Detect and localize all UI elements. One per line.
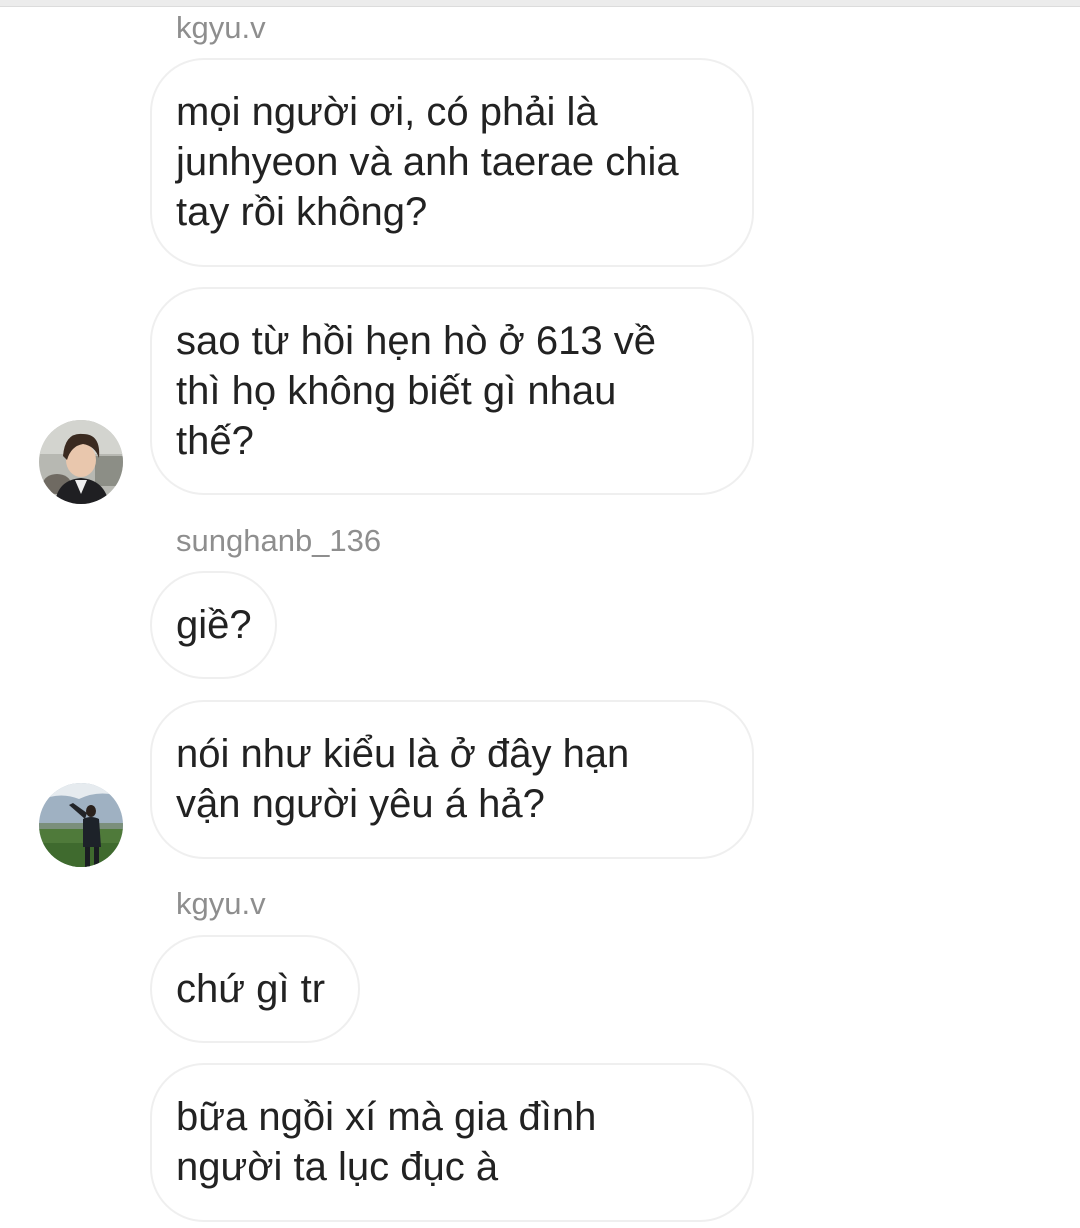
profile-photo-icon[interactable] — [39, 420, 123, 504]
message-bubble[interactable]: nói như kiểu là ở đây hạn vận người yêu … — [150, 700, 754, 859]
sender-name: kgyu.v — [176, 10, 266, 45]
message-line: vận người yêu á hả? — [176, 782, 545, 826]
message-line: mọi người ơi, có phải là — [176, 90, 598, 134]
avatar-photo — [39, 783, 123, 867]
avatar-photo — [39, 420, 123, 504]
message-bubble[interactable]: giề? — [150, 571, 277, 679]
message-bubble[interactable]: chứ gì tr — [150, 935, 360, 1043]
profile-photo-icon[interactable] — [39, 783, 123, 867]
sender-name: sunghanb_136 — [176, 523, 382, 558]
message-line: thì họ không biết gì nhau — [176, 369, 617, 413]
message-line: sao từ hồi hẹn hò ở 613 về — [176, 319, 656, 363]
message-line: junhyeon và anh taerae chia — [176, 140, 679, 184]
sender-name: kgyu.v — [176, 886, 266, 921]
message-line: bữa ngồi xí mà gia đình — [176, 1095, 597, 1139]
message-line: giề? — [176, 603, 252, 647]
message-bubble[interactable]: bữa ngồi xí mà gia đình người ta lục đục… — [150, 1063, 754, 1222]
message-line: người ta lục đục à — [176, 1145, 499, 1189]
message-bubble[interactable]: sao từ hồi hẹn hò ở 613 về thì họ không … — [150, 287, 754, 495]
message-thread[interactable]: kgyu.v mọi người ơi, có phải là junhyeon… — [0, 0, 1080, 1228]
message-bubble[interactable]: mọi người ơi, có phải là junhyeon và anh… — [150, 58, 754, 267]
message-line: nói như kiểu là ở đây hạn — [176, 732, 630, 776]
message-line: chứ gì tr — [176, 967, 326, 1011]
message-line: thế? — [176, 419, 254, 463]
message-line: tay rồi không? — [176, 190, 428, 234]
